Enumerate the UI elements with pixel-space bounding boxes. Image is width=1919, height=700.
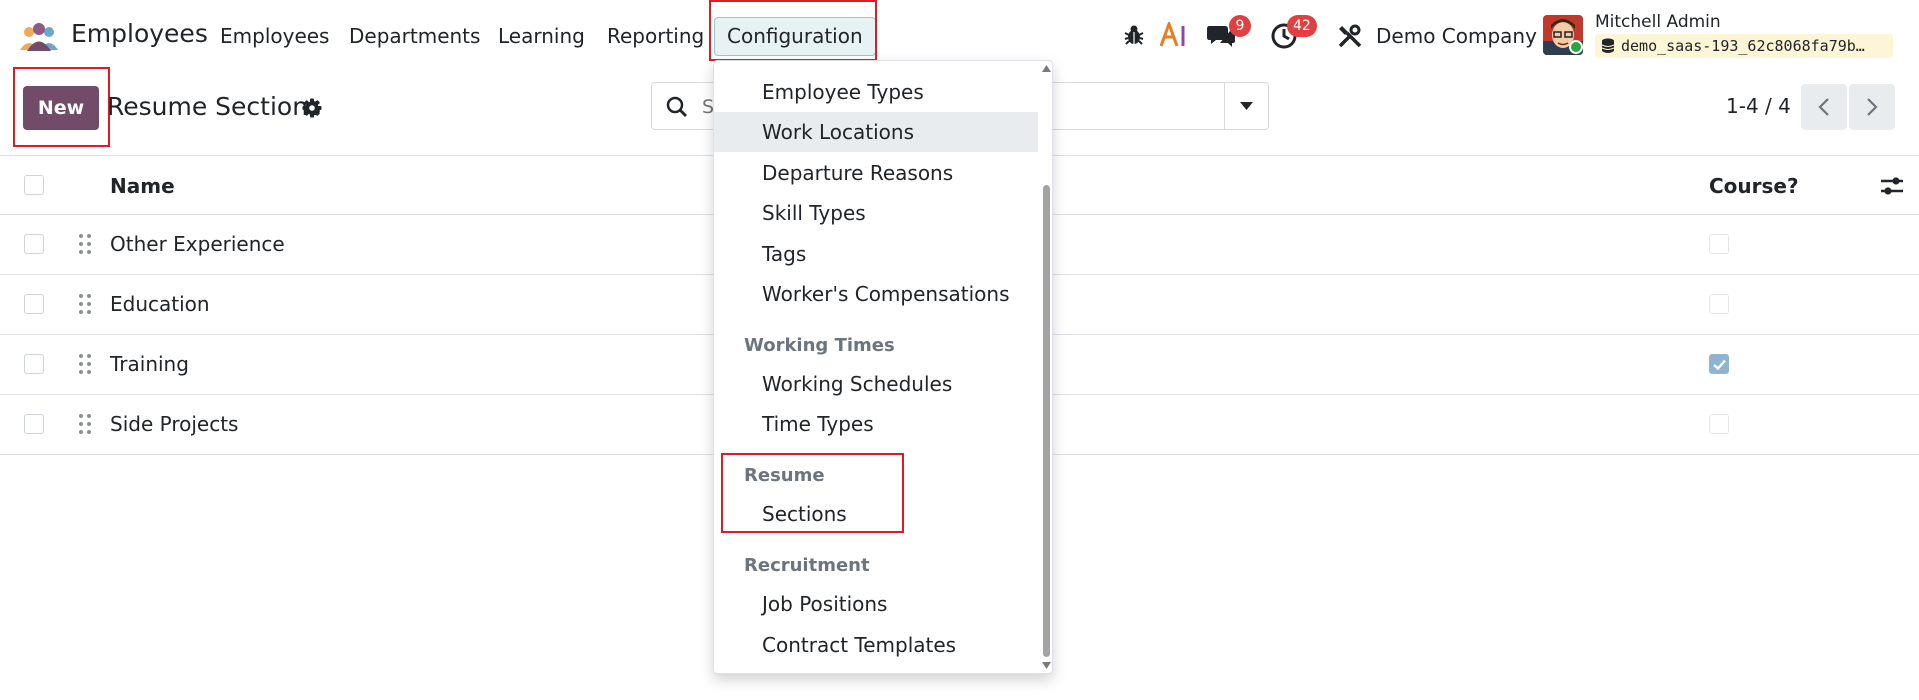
gear-icon[interactable] — [302, 98, 322, 118]
row-name-cell: Training — [110, 352, 189, 376]
course-checkbox-checked — [1709, 354, 1729, 374]
course-checkbox — [1709, 414, 1729, 434]
tools-icon[interactable] — [1337, 23, 1363, 49]
pager-previous-button[interactable] — [1801, 84, 1847, 130]
drag-handle-icon[interactable] — [78, 293, 92, 315]
column-header-course[interactable]: Course? — [1709, 174, 1799, 198]
menu-departments[interactable]: Departments — [349, 24, 480, 48]
search-icon — [666, 96, 687, 117]
debug-bug-icon[interactable] — [1122, 23, 1146, 47]
drag-handle-icon[interactable] — [78, 233, 92, 255]
select-all-checkbox[interactable] — [24, 175, 44, 195]
menu-item-skill-types[interactable]: Skill Types — [714, 193, 1038, 233]
online-status-dot — [1569, 40, 1583, 54]
section-header-recruitment: Recruitment — [744, 555, 870, 576]
menu-item-job-positions[interactable]: Job Positions — [714, 584, 1038, 624]
search-options-toggle[interactable] — [1224, 83, 1268, 129]
chevron-left-icon — [1818, 98, 1829, 116]
row-select-checkbox[interactable] — [24, 354, 44, 374]
caret-down-icon — [1240, 102, 1253, 110]
database-name: demo_saas-193_62c8068fa79b… — [1595, 34, 1893, 58]
column-header-name[interactable]: Name — [110, 174, 175, 198]
ai-assistant-icon[interactable] — [1160, 22, 1188, 48]
pager-next-button[interactable] — [1849, 84, 1895, 130]
messages-count-badge: 9 — [1229, 15, 1251, 37]
course-checkbox — [1709, 294, 1729, 314]
drag-handle-icon[interactable] — [78, 353, 92, 375]
section-header-working-times: Working Times — [744, 335, 895, 356]
configuration-dropdown-menu: Employee Types Work Locations Departure … — [713, 60, 1053, 674]
scroll-down-arrow-icon[interactable] — [1042, 662, 1051, 669]
row-name-cell: Education — [110, 292, 210, 316]
dropdown-scroll-thumb[interactable] — [1043, 185, 1050, 657]
menu-item-sections[interactable]: Sections — [714, 494, 1038, 534]
row-name-cell: Other Experience — [110, 232, 285, 256]
menu-learning[interactable]: Learning — [498, 24, 585, 48]
employees-app-icon[interactable] — [18, 20, 60, 52]
chevron-right-icon — [1867, 98, 1878, 116]
menu-item-time-types[interactable]: Time Types — [714, 404, 1038, 444]
user-name[interactable]: Mitchell Admin — [1595, 12, 1721, 32]
optional-columns-toggle-icon[interactable] — [1880, 175, 1904, 197]
activities-count-badge: 42 — [1287, 15, 1317, 37]
row-select-checkbox[interactable] — [24, 234, 44, 254]
menu-item-contract-templates[interactable]: Contract Templates — [714, 625, 1038, 665]
scroll-up-arrow-icon[interactable] — [1042, 65, 1051, 72]
menu-employees[interactable]: Employees — [220, 24, 329, 48]
menu-item-departure-reasons[interactable]: Departure Reasons — [714, 153, 1038, 193]
menu-item-work-locations[interactable]: Work Locations — [714, 112, 1038, 152]
section-header-resume: Resume — [744, 465, 825, 486]
row-select-checkbox[interactable] — [24, 294, 44, 314]
new-button[interactable]: New — [23, 86, 99, 130]
app-name[interactable]: Employees — [71, 19, 208, 48]
page-title: Resume Sections — [107, 92, 322, 121]
course-checkbox — [1709, 234, 1729, 254]
menu-reporting[interactable]: Reporting — [607, 24, 704, 48]
pager-value[interactable]: 1-4 / 4 — [1726, 94, 1791, 118]
company-switcher[interactable]: Demo Company — [1376, 24, 1537, 48]
menu-configuration[interactable]: Configuration — [714, 17, 876, 56]
row-select-checkbox[interactable] — [24, 414, 44, 434]
row-name-cell: Side Projects — [110, 412, 239, 436]
checkmark-icon — [1713, 359, 1726, 370]
menu-item-workers-compensations[interactable]: Worker's Compensations — [714, 274, 1038, 314]
menu-item-employee-types[interactable]: Employee Types — [714, 72, 1038, 112]
database-icon — [1601, 38, 1615, 53]
menu-item-working-schedules[interactable]: Working Schedules — [714, 364, 1038, 404]
menu-item-tags[interactable]: Tags — [714, 234, 1038, 274]
drag-handle-icon[interactable] — [78, 413, 92, 435]
